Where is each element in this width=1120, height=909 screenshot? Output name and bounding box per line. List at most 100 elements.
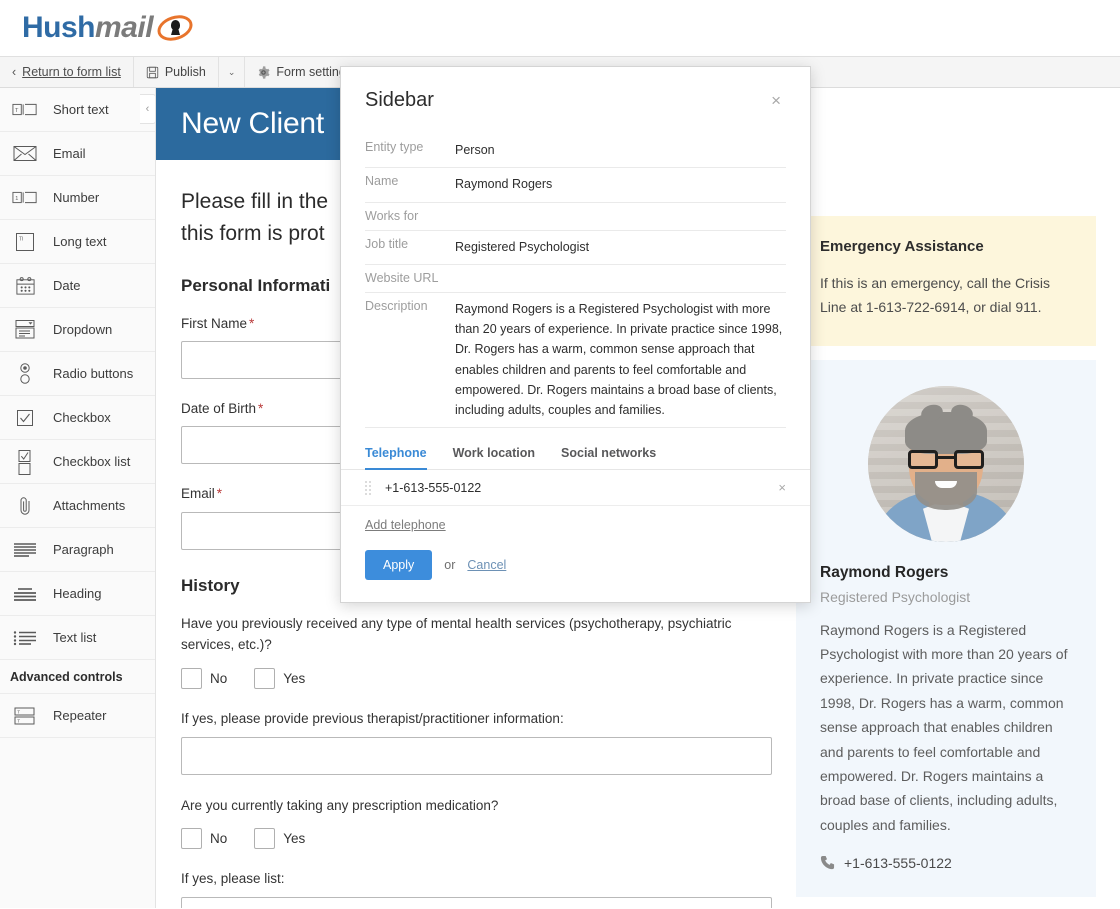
palette-item-short-text[interactable]: T Short text — [0, 88, 155, 132]
drag-handle-icon[interactable] — [365, 480, 373, 495]
tab-telephone[interactable]: Telephone — [365, 440, 427, 471]
property-label: Name — [365, 174, 399, 189]
property-value: Registered Psychologist — [455, 239, 590, 254]
tab-work-location[interactable]: Work location — [453, 440, 535, 470]
property-row-description[interactable]: Description Raymond Rogers is a Register… — [365, 293, 786, 429]
palette-item-label: Paragraph — [53, 542, 114, 557]
palette-item-checkbox-list[interactable]: Checkbox list — [0, 440, 155, 484]
or-label: or — [444, 558, 456, 573]
palette-item-label: Attachments — [53, 498, 126, 513]
phone-icon — [820, 855, 835, 870]
form-intro-line2: this form is prot — [181, 221, 325, 245]
palette-item-label: Dropdown — [53, 322, 113, 337]
palette-item-label: Checkbox — [53, 410, 111, 425]
checkbox-no[interactable] — [181, 668, 202, 690]
property-row-entity-type[interactable]: Entity type Person — [365, 134, 786, 169]
emergency-title: Emergency Assistance — [820, 238, 984, 255]
palette-item-paragraph[interactable]: Paragraph — [0, 528, 155, 572]
publish-button[interactable]: Publish — [134, 57, 219, 87]
checkbox-yes[interactable] — [254, 828, 276, 850]
property-value — [455, 271, 786, 285]
palette-item-label: Number — [53, 190, 100, 205]
required-marker: * — [258, 401, 264, 417]
field-label-text: Date of Birth — [181, 401, 257, 417]
property-label: Job title — [365, 236, 409, 251]
chevron-down-icon: ⌄ — [227, 66, 236, 77]
palette-item-repeater[interactable]: TT Repeater — [0, 694, 155, 738]
remove-telephone-icon[interactable]: × — [778, 480, 786, 495]
property-row-job-title[interactable]: Job title Registered Psychologist — [365, 231, 786, 265]
publish-dropdown-button[interactable]: ⌄ — [219, 57, 246, 87]
question-text: Have you previously received any type of… — [181, 615, 732, 653]
required-marker: * — [249, 315, 255, 331]
palette-item-long-text[interactable]: TI Long text — [0, 220, 155, 264]
property-value — [455, 209, 786, 223]
cancel-link[interactable]: Cancel — [467, 558, 506, 572]
control-palette: ‹ T Short text Email 1 Number TI Long te… — [0, 88, 156, 908]
property-value: Person — [455, 143, 495, 157]
calendar-icon — [10, 273, 40, 299]
profile-job-title: Registered Psychologist — [820, 588, 971, 605]
checkbox-no[interactable] — [181, 828, 202, 850]
checkbox-group: No Yes — [181, 828, 771, 850]
field-label-text: First Name — [181, 315, 248, 331]
profile-description: Raymond Rogers is a Registered Psycholog… — [820, 621, 1068, 833]
property-row-website-url[interactable]: Website URL — [365, 265, 786, 293]
checkbox-yes[interactable] — [254, 668, 276, 690]
medication-list-input[interactable] — [181, 896, 772, 908]
logo-keyhole-icon — [154, 11, 196, 45]
palette-collapse-button[interactable]: ‹ — [140, 94, 156, 124]
form-title: New Client — [181, 107, 325, 140]
sidebar-settings-dialog: Sidebar × Entity type Person Name Raymon… — [340, 66, 811, 604]
chevron-left-icon: ‹ — [145, 103, 150, 115]
palette-item-date[interactable]: Date — [0, 264, 155, 308]
avatar-wrapper — [820, 385, 1072, 542]
palette-item-radio-buttons[interactable]: Radio buttons — [0, 352, 155, 396]
palette-item-number[interactable]: 1 Number — [0, 176, 155, 220]
profile-card: Raymond Rogers Registered Psychologist R… — [796, 359, 1096, 897]
dialog-title: Sidebar — [365, 89, 434, 111]
palette-section-advanced-controls: Advanced controls — [0, 660, 155, 694]
previous-therapist-input[interactable] — [181, 736, 772, 775]
telephone-row: +1-613-555-0122 × — [341, 470, 810, 507]
palette-item-dropdown[interactable]: Dropdown — [0, 308, 155, 352]
add-telephone-link[interactable]: Add telephone — [365, 518, 446, 532]
field-label: If yes, please list: — [181, 871, 285, 887]
palette-item-checkbox[interactable]: Checkbox — [0, 396, 155, 440]
palette-item-label: Heading — [53, 586, 102, 601]
heading-icon — [10, 581, 40, 607]
svg-text:T: T — [17, 709, 20, 714]
property-row-works-for[interactable]: Works for — [365, 203, 786, 231]
logo-bar: Hush mail — [0, 0, 1120, 56]
palette-item-heading[interactable]: Heading — [0, 572, 155, 616]
dropdown-icon — [10, 317, 40, 343]
return-to-form-list-button[interactable]: ‹ Return to form list — [0, 57, 134, 87]
checkbox-yes-label: Yes — [283, 671, 306, 687]
question-prescription-medication: Are you currently taking any prescriptio… — [181, 795, 771, 850]
logo-text-mail: mail — [95, 11, 154, 44]
gear-icon — [257, 65, 270, 79]
checkbox-no-label: No — [210, 831, 228, 847]
profile-phone-number: +1-613-555-0122 — [844, 854, 952, 871]
field-label-text: Email — [181, 486, 215, 502]
field-label: If yes, please provide previous therapis… — [181, 711, 564, 727]
property-value: Raymond Rogers is a Registered Psycholog… — [455, 301, 783, 417]
form-intro-line1: Please fill in the — [181, 190, 329, 213]
form-side-rail: Emergency Assistance If this is an emerg… — [796, 88, 1096, 908]
apply-button[interactable]: Apply — [365, 550, 433, 581]
profile-phone[interactable]: +1-613-555-0122 — [820, 855, 1072, 871]
paragraph-icon — [10, 537, 40, 563]
telephone-value[interactable]: +1-613-555-0122 — [385, 481, 766, 495]
close-icon[interactable]: × — [766, 89, 786, 112]
paperclip-icon — [10, 493, 40, 519]
property-row-name[interactable]: Name Raymond Rogers — [365, 168, 786, 203]
palette-item-email[interactable]: Email — [0, 132, 155, 176]
tab-social-networks[interactable]: Social networks — [561, 440, 656, 470]
text-list-icon — [10, 625, 40, 651]
palette-item-attachments[interactable]: Attachments — [0, 484, 155, 528]
dialog-tabs: Telephone Work location Social networks — [341, 440, 810, 471]
save-disk-icon — [146, 66, 159, 79]
long-text-icon: TI — [10, 229, 40, 255]
palette-item-text-list[interactable]: Text list — [0, 616, 155, 660]
palette-item-label: Radio buttons — [53, 366, 134, 381]
